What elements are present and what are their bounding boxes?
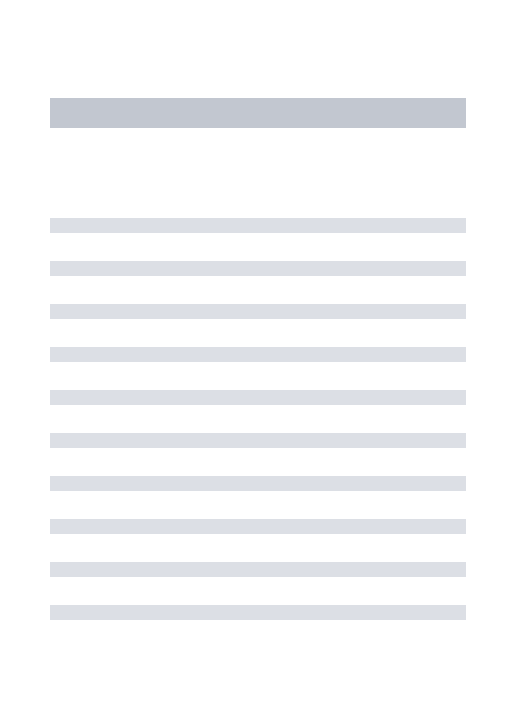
text-line-placeholder bbox=[50, 562, 466, 577]
text-line-placeholder bbox=[50, 347, 466, 362]
text-line-placeholder bbox=[50, 476, 466, 491]
text-line-placeholder bbox=[50, 519, 466, 534]
paragraph-block-1 bbox=[50, 218, 466, 405]
text-line-placeholder bbox=[50, 304, 466, 319]
text-line-placeholder bbox=[50, 218, 466, 233]
title-placeholder bbox=[50, 98, 466, 128]
text-line-placeholder bbox=[50, 261, 466, 276]
skeleton-container bbox=[0, 0, 516, 620]
text-line-placeholder bbox=[50, 605, 466, 620]
text-line-placeholder bbox=[50, 390, 466, 405]
paragraph-block-2 bbox=[50, 433, 466, 620]
text-line-placeholder bbox=[50, 433, 466, 448]
